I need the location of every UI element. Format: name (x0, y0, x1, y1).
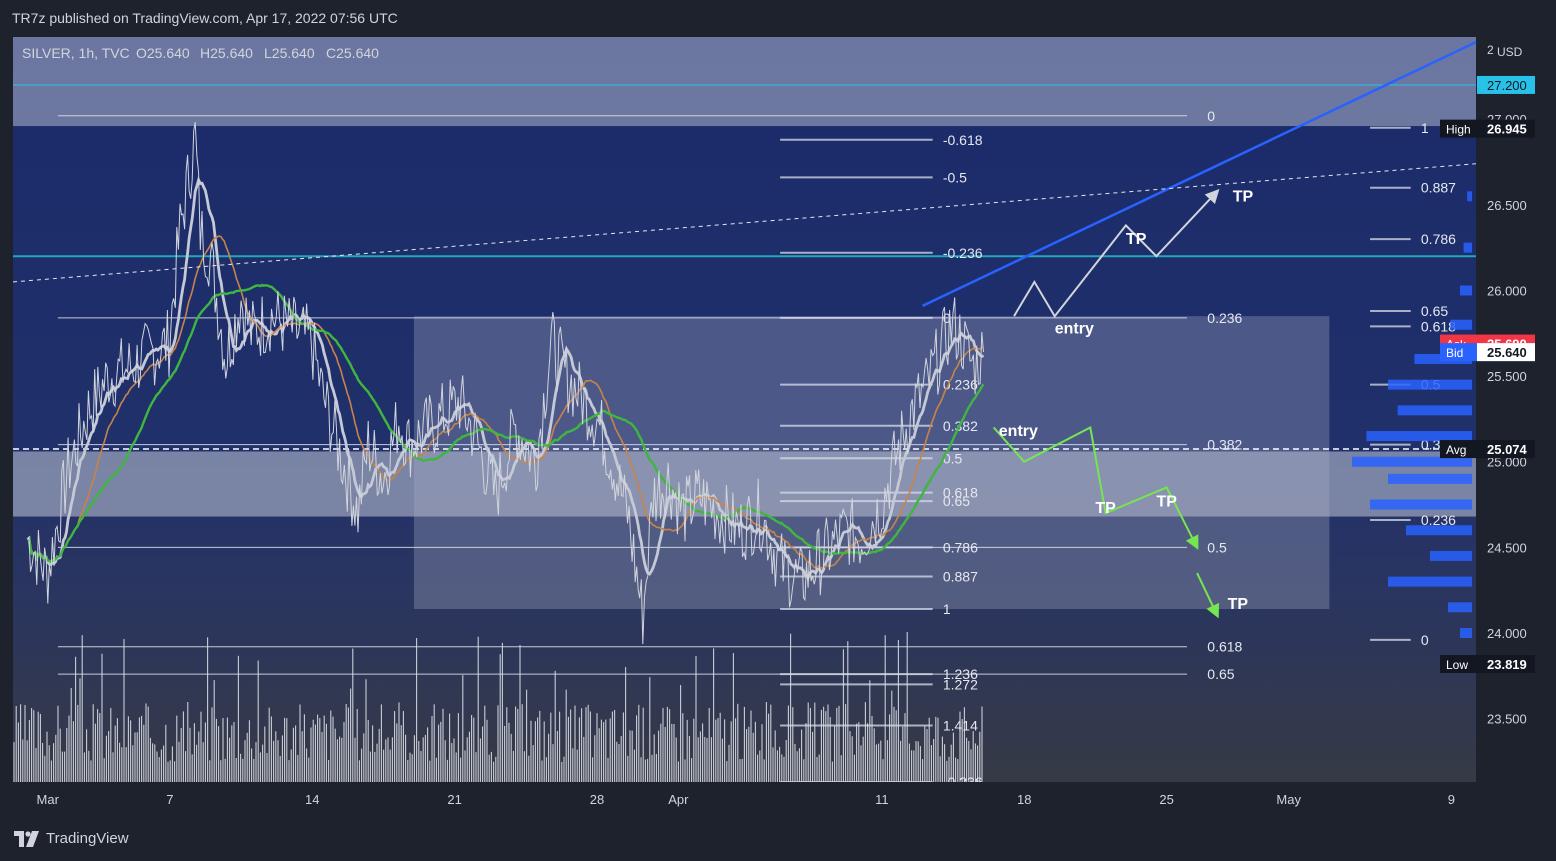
price-label: 25.074 (1487, 442, 1528, 457)
volume-profile-bar (1467, 191, 1472, 202)
fib-label: 1.272 (943, 676, 978, 692)
volume-profile-bar (1406, 525, 1472, 536)
fib-label: 0.382 (1207, 437, 1242, 453)
x-tick-label: Apr (668, 792, 689, 807)
volume-profile-bar (1352, 456, 1472, 467)
price-label: 25.640 (1487, 345, 1527, 360)
fib-label: 0 (1421, 632, 1429, 648)
fib-label: 0.5 (1207, 539, 1227, 555)
legend-high: H25.640 (200, 45, 253, 61)
entry-label: entry (1055, 320, 1094, 337)
y-tick-label: 23.500 (1487, 712, 1527, 727)
footer-bar (0, 818, 1556, 861)
y-tick-label: 26.000 (1487, 283, 1527, 298)
brand[interactable]: TradingView (14, 830, 129, 847)
volume-profile-bar (1448, 602, 1472, 613)
price-chart[interactable]: 0 0.236 0.382 0.5 0.618 0.65 -0.618 -0.5 -0.236 0… (0, 0, 1556, 818)
fib-label: -0.5 (943, 169, 967, 185)
fib-label: 1.414 (943, 717, 978, 733)
entry-label: entry (999, 423, 1038, 440)
volume-profile-bar (1388, 379, 1472, 390)
tp-label: TP (1228, 596, 1249, 613)
price-label: 27.200 (1487, 78, 1527, 93)
fib-label: 0.786 (943, 539, 978, 555)
volume-profile-bar (1388, 473, 1472, 484)
volume-profile-bar (1450, 319, 1472, 330)
volume-profile-bar (1370, 499, 1472, 510)
tp-label: TP (1095, 500, 1116, 517)
legend-open: O25.640 (136, 45, 190, 61)
fib-label: 0.65 (1207, 666, 1234, 682)
tp-label: TP (1156, 493, 1177, 510)
price-tag: Bid (1446, 346, 1463, 360)
fib-label: -0.236 (943, 245, 983, 261)
price-label: 23.819 (1487, 657, 1527, 672)
fib-label: -0.618 (943, 132, 983, 148)
brand-name: TradingView (46, 830, 129, 847)
x-tick-label: May (1276, 792, 1301, 807)
volume-profile-bar (1460, 285, 1472, 296)
volume-profile-bar (1388, 576, 1472, 587)
fib-label: 0.65 (1421, 303, 1448, 319)
time-axis-background (13, 782, 1476, 818)
x-tick-label: 9 (1448, 792, 1455, 807)
volume-profile-bar (1463, 242, 1472, 253)
fib-label: 0.887 (1421, 180, 1456, 196)
y-axis-unit: USD (1497, 45, 1523, 59)
fib-label: 1 (1421, 120, 1429, 136)
fib-label: 0 (1207, 108, 1215, 124)
volume-profile-bar (1366, 431, 1472, 442)
price-tag: High (1446, 123, 1471, 137)
x-tick-label: 14 (305, 792, 319, 807)
legend-close: C25.640 (326, 45, 379, 61)
legend-low: L25.640 (264, 45, 315, 61)
tp-label: TP (1126, 231, 1147, 248)
tradingview-logo-icon (14, 830, 39, 847)
legend-symbol: SILVER, 1h, TVC (22, 45, 130, 61)
fib-label: 0.618 (1207, 639, 1242, 655)
y-tick-label: 25.500 (1487, 369, 1527, 384)
x-tick-label: 21 (447, 792, 461, 807)
volume-profile-bar (1397, 405, 1472, 416)
y-tick-label: 26.500 (1487, 198, 1527, 213)
price-tag: Low (1446, 658, 1468, 672)
price-label: 26.945 (1487, 122, 1527, 137)
x-tick-label: 25 (1159, 792, 1173, 807)
volume-profile-bar (1460, 628, 1472, 638)
tp-label: TP (1233, 188, 1254, 205)
x-tick-label: 7 (166, 792, 173, 807)
fib-label: 0.236 (1207, 310, 1242, 326)
price-tag: Avg (1446, 443, 1466, 457)
fib-label: 0.887 (943, 568, 978, 584)
x-tick-label: 11 (875, 792, 889, 807)
x-tick-label: Mar (37, 792, 60, 807)
y-tick-label: 24.500 (1487, 540, 1527, 555)
volume-profile-bar (1430, 550, 1472, 561)
y-axis-unit-prefix: 2 (1487, 43, 1494, 57)
x-tick-label: 18 (1017, 792, 1031, 807)
fib-label: 0.786 (1421, 231, 1456, 247)
fib-label: 0.65 (943, 493, 970, 509)
legend: SILVER, 1h, TVC O25.640 H25.640 L25.640 … (22, 45, 379, 61)
fib-label: 1 (943, 601, 951, 617)
zone-2 (413, 316, 1330, 610)
x-tick-label: 28 (590, 792, 604, 807)
y-tick-label: 24.000 (1487, 626, 1527, 641)
